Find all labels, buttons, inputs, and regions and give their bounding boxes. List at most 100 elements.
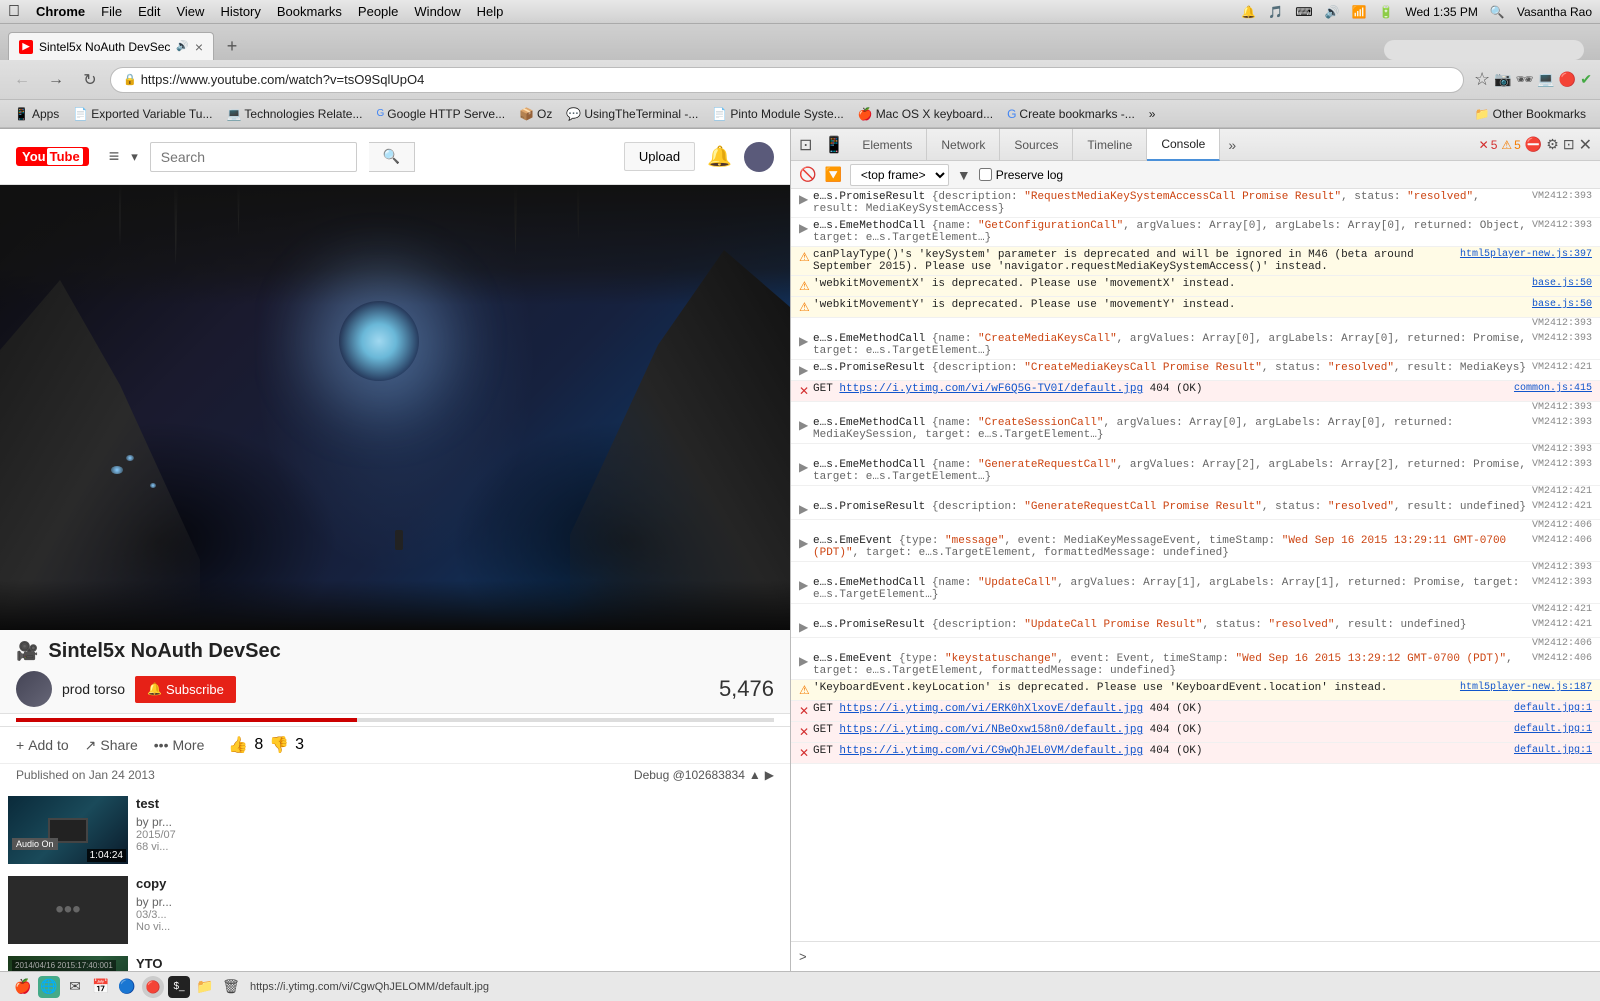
bookmark-google-http[interactable]: G Google HTTP Serve...	[370, 105, 511, 123]
debug-expand-icon[interactable]: ▲	[749, 768, 761, 782]
expand-icon-12[interactable]: ▶	[799, 536, 813, 551]
expand-icon-6[interactable]: ▶	[799, 334, 813, 349]
dock-safari-icon[interactable]: 🌐	[38, 976, 60, 998]
rec-thumb-1: 1:04:24 Audio On	[8, 796, 128, 864]
youtube-search-input[interactable]	[150, 142, 357, 172]
youtube-user-avatar[interactable]	[744, 142, 774, 172]
bookmark-apps[interactable]: 📱 Apps	[8, 105, 65, 123]
nav-ext5-icon[interactable]: ✔	[1580, 71, 1592, 88]
expand-icon-7[interactable]: ▶	[799, 363, 813, 378]
expand-icon-13[interactable]: ▶	[799, 578, 813, 593]
console-clear-button[interactable]: 🚫	[799, 166, 816, 183]
subscribe-button[interactable]: 🔔 Subscribe	[135, 676, 236, 703]
bookmark-exported-variable[interactable]: 📄 Exported Variable Tu...	[67, 105, 218, 123]
bookmark-keyboard[interactable]: 🍎 Mac OS X keyboard...	[852, 105, 999, 123]
dock-calendar-icon[interactable]: 📅	[90, 976, 112, 998]
youtube-menu-icon[interactable]: ≡	[109, 146, 120, 167]
subscribe-label: Subscribe	[166, 682, 224, 697]
dock-finder-icon[interactable]: 🍎	[12, 976, 34, 998]
bookmark-star-icon[interactable]: ☆	[1474, 69, 1490, 90]
entry-text-14: e…s.PromiseResult {description: "UpdateC…	[813, 619, 1532, 631]
rec-item-2[interactable]: ••• copy by pr... 03/3...No vi...	[8, 876, 782, 944]
expand-icon-11[interactable]: ▶	[799, 502, 813, 517]
forward-button[interactable]: →	[42, 66, 70, 94]
menubar-search-icon[interactable]: 🔍	[1490, 5, 1505, 19]
expand-icon-9[interactable]: ▶	[799, 418, 813, 433]
debug-more-icon[interactable]: ▶	[765, 768, 774, 782]
nav-ext1-icon[interactable]: 📷	[1494, 71, 1511, 88]
expand-icon-1[interactable]: ▶	[799, 192, 813, 207]
new-tab-button[interactable]: +	[218, 32, 246, 60]
devtools-settings-icon[interactable]: ⚙	[1546, 136, 1559, 153]
rec-item-3[interactable]: 2014/04/16 2015:17:40:001 YTO by pr...	[8, 956, 782, 971]
back-button[interactable]: ←	[8, 66, 36, 94]
menubar-people[interactable]: People	[358, 4, 398, 19]
bookmark-oz[interactable]: 📦 Oz	[513, 105, 558, 123]
youtube-upload-button[interactable]: Upload	[624, 142, 695, 171]
video-player[interactable]	[0, 185, 790, 630]
dock-terminal-icon[interactable]: $_	[168, 976, 190, 998]
browser-tab-active[interactable]: ▶ Sintel5x NoAuth DevSec 🔊 ×	[8, 32, 214, 60]
dock-folder-icon[interactable]: 📁	[194, 976, 216, 998]
expand-icon-10[interactable]: ▶	[799, 460, 813, 475]
thumbs-up-icon[interactable]: 👍	[228, 735, 248, 755]
refresh-button[interactable]: ↻	[76, 66, 104, 94]
console-output[interactable]: ▶ e…s.PromiseResult {description: "Reque…	[791, 189, 1600, 941]
rec-item-1[interactable]: 1:04:24 Audio On test by pr... 2015/0768…	[8, 796, 782, 864]
share-button[interactable]: ↗ Share	[85, 737, 138, 754]
add-to-button[interactable]: + Add to	[16, 737, 69, 753]
devtools-close-icon[interactable]: ✕	[1579, 135, 1592, 155]
menubar-view[interactable]: View	[176, 4, 204, 19]
url-bar[interactable]: 🔒 https://www.youtube.com/watch?v=tsO9Sq…	[110, 67, 1464, 93]
menubar-history[interactable]: History	[220, 4, 260, 19]
menubar-chrome[interactable]: Chrome	[36, 4, 85, 19]
menubar-bookmarks[interactable]: Bookmarks	[277, 4, 342, 19]
devtools-inspect-icon[interactable]: ⊡	[791, 135, 820, 155]
console-frame-select[interactable]: <top frame>	[850, 164, 949, 186]
bookmark-other[interactable]: 📁 Other Bookmarks	[1469, 105, 1592, 123]
expand-icon-14[interactable]: ▶	[799, 620, 813, 635]
menubar-edit[interactable]: Edit	[138, 4, 160, 19]
bookmark-terminal[interactable]: 💬 UsingTheTerminal -...	[560, 105, 704, 123]
nav-ext2-icon[interactable]: 🕶	[1516, 71, 1534, 88]
expand-icon-15[interactable]: ▶	[799, 654, 813, 669]
tab-console[interactable]: Console	[1147, 129, 1220, 161]
dock-mail-icon[interactable]: ✉	[64, 976, 86, 998]
dock-app1-icon[interactable]: 🔵	[116, 976, 138, 998]
console-filter-icon[interactable]: ⛔	[1525, 136, 1542, 153]
bookmark-more[interactable]: »	[1143, 105, 1162, 123]
youtube-menu-label[interactable]: ▾	[131, 149, 138, 165]
dock-trash-icon[interactable]: 🗑	[220, 976, 242, 998]
devtools-mobile-icon[interactable]: 📱	[820, 135, 848, 155]
tab-close-button[interactable]: ×	[195, 39, 203, 55]
tab-sources[interactable]: Sources	[1000, 129, 1073, 161]
apple-menu-icon[interactable]: 	[8, 3, 20, 21]
menubar-help[interactable]: Help	[477, 4, 504, 19]
nav-ext3-icon[interactable]: 💻	[1537, 71, 1554, 88]
bookmark-create[interactable]: G Create bookmarks -...	[1001, 105, 1141, 123]
menubar-file[interactable]: File	[101, 4, 122, 19]
console-input[interactable]	[813, 950, 1592, 964]
console-filter-button[interactable]: 🔽	[824, 166, 841, 183]
youtube-notification-icon[interactable]: 🔔	[707, 144, 732, 169]
devtools-more-tabs[interactable]: »	[1220, 137, 1244, 153]
expand-icon-2[interactable]: ▶	[799, 221, 813, 236]
bookmark-pinto[interactable]: 📄 Pinto Module Syste...	[706, 105, 849, 123]
dock-chrome-icon[interactable]: 🔴	[142, 976, 164, 998]
tab-search-box[interactable]	[1384, 40, 1584, 60]
youtube-search-button[interactable]: 🔍	[369, 142, 415, 172]
bookmark-technologies[interactable]: 💻 Technologies Relate...	[220, 105, 368, 123]
devtools-dock-icon[interactable]: ⊡	[1563, 136, 1575, 153]
menubar-window[interactable]: Window	[414, 4, 460, 19]
thumbs-down-icon[interactable]: 👎	[269, 735, 289, 755]
youtube-logo[interactable]: YouTube	[16, 147, 89, 166]
tab-timeline[interactable]: Timeline	[1073, 129, 1147, 161]
more-button[interactable]: ••• More	[154, 737, 205, 753]
rec-info-1: test by pr... 2015/0768 vi...	[136, 796, 782, 864]
tab-network[interactable]: Network	[927, 129, 1000, 161]
preserve-log-checkbox[interactable]	[979, 168, 992, 181]
console-frame-expand[interactable]: ▼	[957, 167, 971, 183]
tab-elements[interactable]: Elements	[848, 129, 927, 161]
nav-ext4-icon[interactable]: 🔴	[1559, 71, 1576, 88]
video-progress-bar[interactable]	[16, 718, 774, 722]
